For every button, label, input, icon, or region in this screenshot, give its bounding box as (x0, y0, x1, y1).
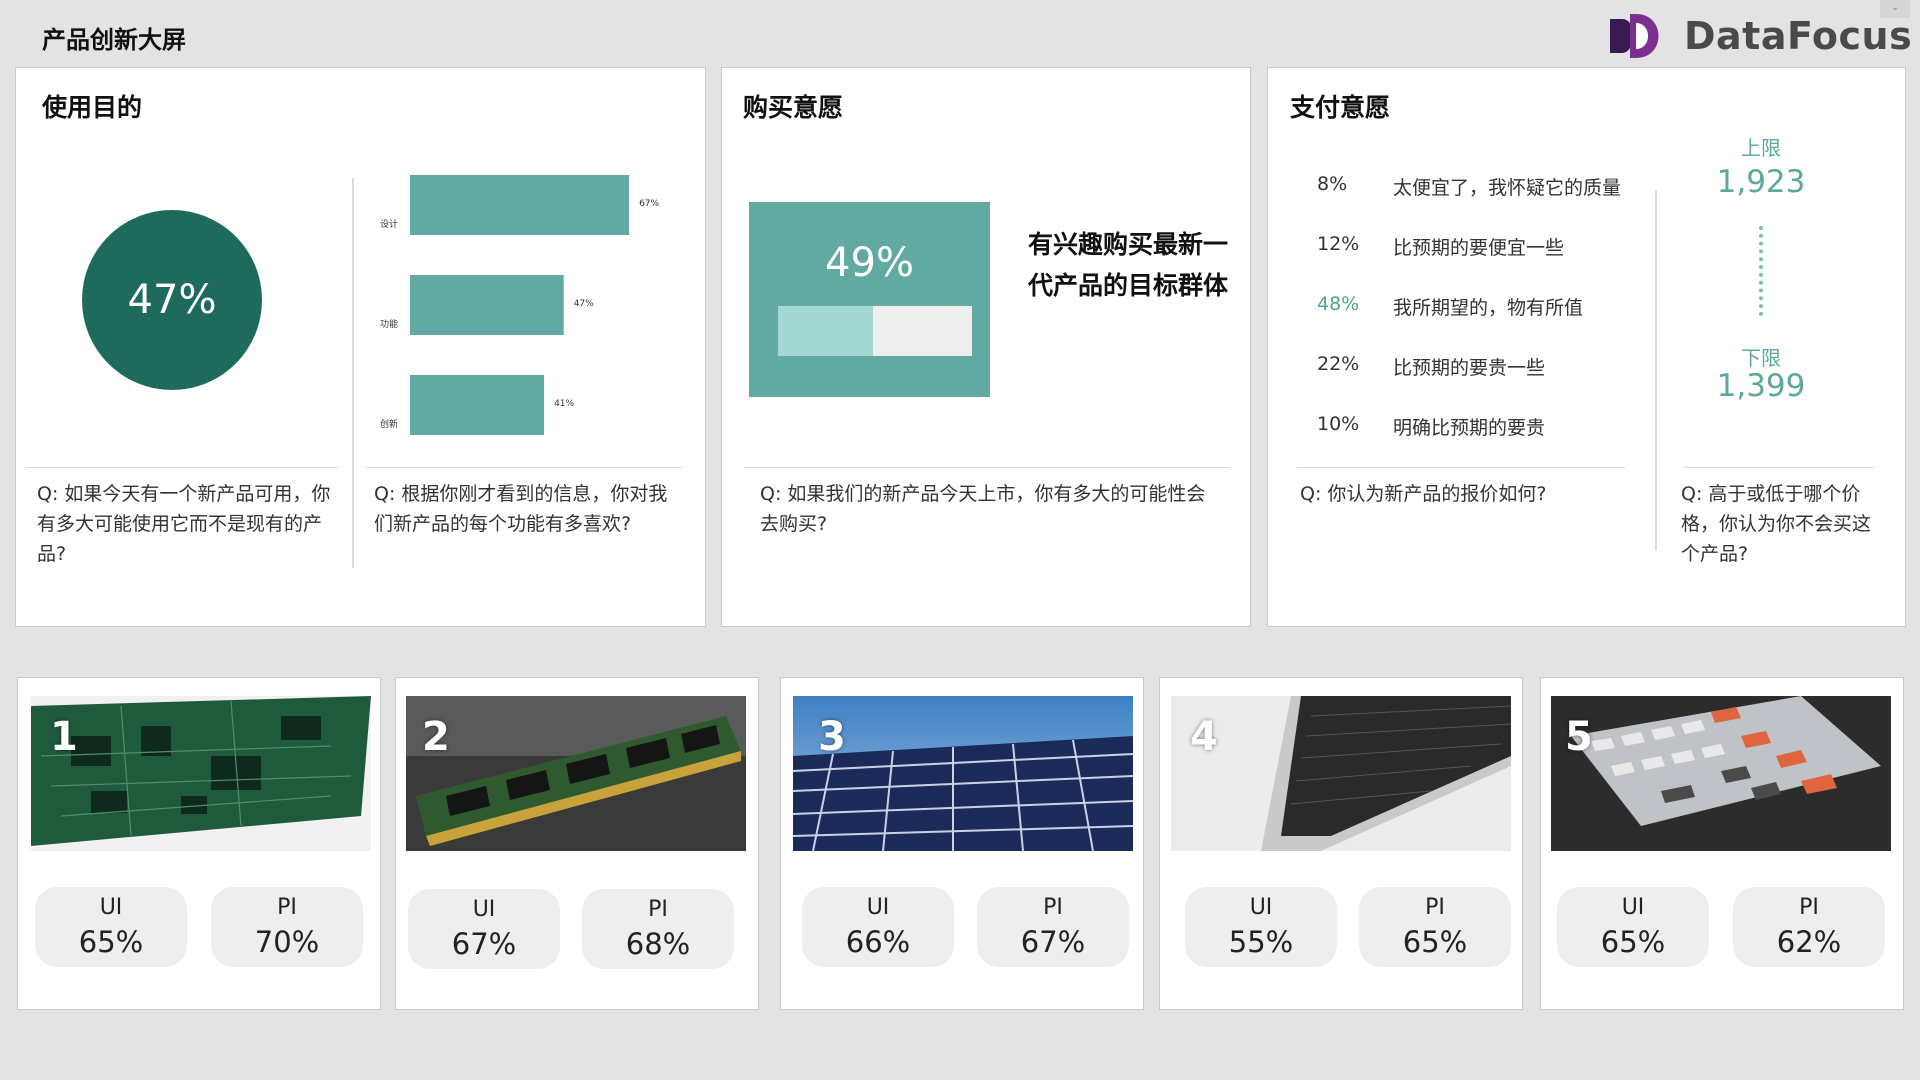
payment-row-text: 比预期的要贵一些 (1393, 357, 1546, 379)
payment-row-pct: 10% (1317, 413, 1360, 435)
logo-mark-icon (1610, 14, 1659, 58)
payment-row-pct: 22% (1317, 353, 1360, 375)
payment-row-text: 我所期望的，物有所值 (1393, 297, 1584, 319)
product-number: 2 (422, 714, 450, 760)
purchase-metric-box (749, 202, 990, 397)
limit-connector (1759, 226, 1763, 316)
payment-row: 12% 比预期的要便宜一些 (1317, 233, 1564, 260)
pi-label: PI (1425, 895, 1445, 920)
bar-category-label: 创新 (380, 418, 398, 430)
ui-stat: UI 66% (802, 887, 954, 967)
usage-circle-metric: 47% (82, 210, 262, 390)
bar-3 (410, 375, 545, 435)
usage-divider-left (26, 467, 338, 468)
pi-label: PI (1043, 895, 1063, 920)
payment-divider-left (1297, 467, 1625, 468)
purchase-divider (744, 467, 1230, 468)
lower-limit-value: 1,399 (1716, 368, 1806, 404)
ui-value: 66% (845, 925, 911, 959)
purchase-percent: 49% (825, 240, 914, 286)
lower-limit-label: 下限 (1741, 346, 1781, 370)
upper-limit-value: 1,923 (1716, 164, 1806, 200)
payment-row-text: 明确比预期的要贵 (1393, 417, 1546, 439)
pi-stat: PI 68% (582, 889, 734, 969)
ui-stat: UI 55% (1185, 887, 1337, 967)
payment-row: 8% 太便宜了，我怀疑它的质量 (1317, 173, 1621, 200)
payment-row: 10% 明确比预期的要贵 (1317, 413, 1545, 440)
pi-stat: PI 65% (1359, 887, 1511, 967)
bar-category-label: 设计 (380, 218, 398, 230)
bar-value-label: 41% (554, 399, 574, 409)
purchase-title: 购买意愿 (743, 93, 844, 122)
payment-title: 支付意愿 (1290, 93, 1391, 122)
payment-row-pct: 12% (1317, 233, 1360, 255)
chevron-down-icon[interactable]: ⌄ (1880, 0, 1910, 18)
pi-value: 62% (1776, 925, 1842, 959)
ui-label: UI (472, 897, 496, 922)
circuit-board-image (31, 696, 371, 851)
usage-divider-right (366, 467, 682, 468)
payment-row-text: 太便宜了，我怀疑它的质量 (1393, 177, 1622, 199)
memory-module-image (406, 696, 746, 851)
laptop-image (1171, 696, 1511, 851)
purchase-progress-fill (778, 306, 873, 356)
pi-value: 68% (625, 927, 691, 961)
bar-value-label: 47% (574, 299, 594, 309)
pi-value: 70% (254, 925, 320, 959)
bar-value-label: 67% (639, 199, 659, 209)
pi-label: PI (648, 897, 668, 922)
usage-bar-chart: 设计 67% 功能 47% 创新 41% (380, 175, 660, 435)
bar-1 (410, 175, 630, 235)
purchase-question: Q: 如果我们的新产品今天上市，你有多大的可能性会去购买? (760, 483, 1206, 535)
ui-value: 65% (1600, 925, 1666, 959)
keyboard-image (1551, 696, 1891, 851)
ui-stat: UI 65% (35, 887, 187, 967)
logo-text: DataFocus (1684, 14, 1913, 58)
usage-divider (352, 178, 354, 568)
payment-divider-vertical (1655, 190, 1657, 550)
product-number: 3 (818, 714, 846, 760)
payment-row: 22% 比预期的要贵一些 (1317, 353, 1545, 380)
ui-label: UI (1249, 895, 1273, 920)
product-number: 1 (50, 714, 78, 760)
pi-stat: PI 62% (1733, 887, 1885, 967)
ui-stat: UI 67% (408, 889, 560, 969)
pi-label: PI (1799, 895, 1819, 920)
pi-value: 67% (1020, 925, 1086, 959)
payment-row: 48% 我所期望的，物有所值 (1317, 293, 1583, 320)
ui-value: 65% (78, 925, 144, 959)
ui-label: UI (99, 895, 123, 920)
ui-label: UI (866, 895, 890, 920)
payment-row-text: 比预期的要便宜一些 (1393, 237, 1565, 259)
usage-title: 使用目的 (42, 93, 143, 122)
payment-divider-right (1684, 467, 1874, 468)
upper-limit-label: 上限 (1741, 136, 1781, 160)
bar-category-label: 功能 (380, 318, 398, 330)
ui-value: 67% (451, 927, 517, 961)
ui-stat: UI 65% (1557, 887, 1709, 967)
bar-2 (410, 275, 564, 335)
pi-stat: PI 70% (211, 887, 363, 967)
payment-question-price: Q: 你认为新产品的报价如何? (1300, 483, 1547, 505)
pi-value: 65% (1402, 925, 1468, 959)
product-number: 4 (1190, 714, 1218, 760)
page-title: 产品创新大屏 (42, 26, 186, 54)
payment-row-pct: 48% (1317, 293, 1360, 315)
ui-value: 55% (1228, 925, 1294, 959)
usage-question-features: Q: 根据你刚才看到的信息，你对我们新产品的每个功能有多喜欢? (374, 483, 668, 535)
purchase-description: 有兴趣购买最新一代产品的目标群体 (1028, 230, 1229, 300)
product-number: 5 (1565, 714, 1593, 760)
payment-row-pct: 8% (1317, 173, 1348, 195)
pi-stat: PI 67% (977, 887, 1129, 967)
usage-question-likelihood: Q: 如果今天有一个新产品可用，你有多大可能使用它而不是现有的产品? (37, 483, 331, 565)
pi-label: PI (277, 895, 297, 920)
payment-question-threshold: Q: 高于或低于哪个价格，你认为你不会买这个产品? (1681, 483, 1872, 565)
ui-label: UI (1621, 895, 1645, 920)
datafocus-logo: DataFocus (1608, 10, 1912, 62)
